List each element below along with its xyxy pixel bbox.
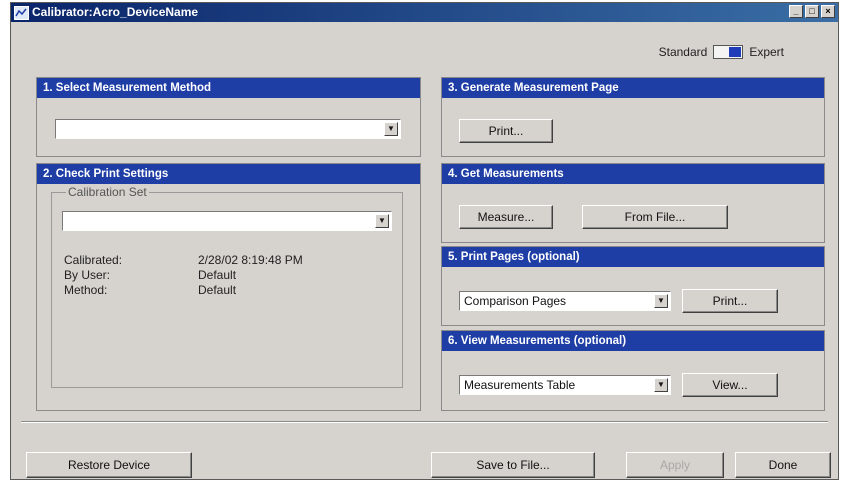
print-settings-header: 2. Check Print Settings	[37, 164, 420, 184]
minimize-icon[interactable]: _	[789, 5, 803, 18]
chevron-down-icon[interactable]: ▼	[384, 122, 398, 136]
print-pages-panel: 5. Print Pages (optional) Comparison Pag…	[441, 246, 825, 326]
title-bar[interactable]: Calibrator:Acro_DeviceName _ □ ×	[11, 3, 838, 22]
print-pages-select-value: Comparison Pages	[464, 294, 567, 308]
select-method-header: 1. Select Measurement Method	[37, 78, 420, 98]
print-pages-select[interactable]: Comparison Pages ▼	[459, 291, 671, 311]
get-measurements-header: 4. Get Measurements	[442, 164, 824, 184]
footer-divider	[21, 421, 828, 423]
calibrated-label: Calibrated:	[64, 253, 123, 267]
print-settings-panel: 2. Check Print Settings Calibration Set …	[36, 163, 421, 411]
restore-device-button[interactable]: Restore Device	[26, 452, 192, 478]
print-pages-header: 5. Print Pages (optional)	[442, 247, 824, 267]
mode-switch: Standard Expert	[659, 45, 784, 59]
view-button[interactable]: View...	[682, 373, 778, 397]
app-icon	[14, 6, 29, 20]
save-to-file-button[interactable]: Save to File...	[431, 452, 595, 478]
calibrator-window: Calibrator:Acro_DeviceName _ □ × Standar…	[10, 2, 839, 480]
calibration-set-group: Calibration Set ▼ Calibrated: 2/28/02 8:…	[51, 185, 403, 388]
select-method-panel: 1. Select Measurement Method ▼	[36, 77, 421, 157]
calibration-set-select[interactable]: ▼	[62, 211, 392, 231]
chevron-down-icon[interactable]: ▼	[654, 378, 668, 392]
by-user-value: Default	[198, 268, 237, 282]
generate-page-panel: 3. Generate Measurement Page Print...	[441, 77, 825, 157]
from-file-button[interactable]: From File...	[582, 205, 728, 229]
expert-label: Expert	[749, 45, 784, 59]
method-select[interactable]: ▼	[55, 119, 401, 139]
close-icon[interactable]: ×	[821, 5, 835, 18]
calibrated-value: 2/28/02 8:19:48 PM	[198, 253, 303, 267]
toggle-knob	[729, 47, 742, 57]
get-measurements-panel: 4. Get Measurements Measure... From File…	[441, 163, 825, 243]
method-value: Default	[198, 283, 237, 297]
view-measurements-header: 6. View Measurements (optional)	[442, 331, 824, 351]
chevron-down-icon[interactable]: ▼	[375, 214, 389, 228]
window-title: Calibrator:Acro_DeviceName	[32, 5, 199, 19]
chevron-down-icon[interactable]: ▼	[654, 294, 668, 308]
mode-toggle[interactable]	[713, 45, 744, 59]
by-user-label: By User:	[64, 268, 111, 282]
view-measurements-select[interactable]: Measurements Table ▼	[459, 375, 671, 395]
view-measurements-panel: 6. View Measurements (optional) Measurem…	[441, 330, 825, 411]
done-button[interactable]: Done	[735, 452, 831, 478]
measure-button[interactable]: Measure...	[459, 205, 553, 229]
calibration-set-label: Calibration Set	[66, 185, 149, 199]
view-measurements-select-value: Measurements Table	[464, 378, 576, 392]
maximize-icon[interactable]: □	[805, 5, 819, 18]
generate-print-button[interactable]: Print...	[459, 119, 553, 143]
standard-label: Standard	[658, 45, 708, 59]
print-pages-button[interactable]: Print...	[682, 289, 778, 313]
method-label: Method:	[64, 283, 108, 297]
apply-button[interactable]: Apply	[626, 452, 724, 478]
generate-page-header: 3. Generate Measurement Page	[442, 78, 824, 98]
